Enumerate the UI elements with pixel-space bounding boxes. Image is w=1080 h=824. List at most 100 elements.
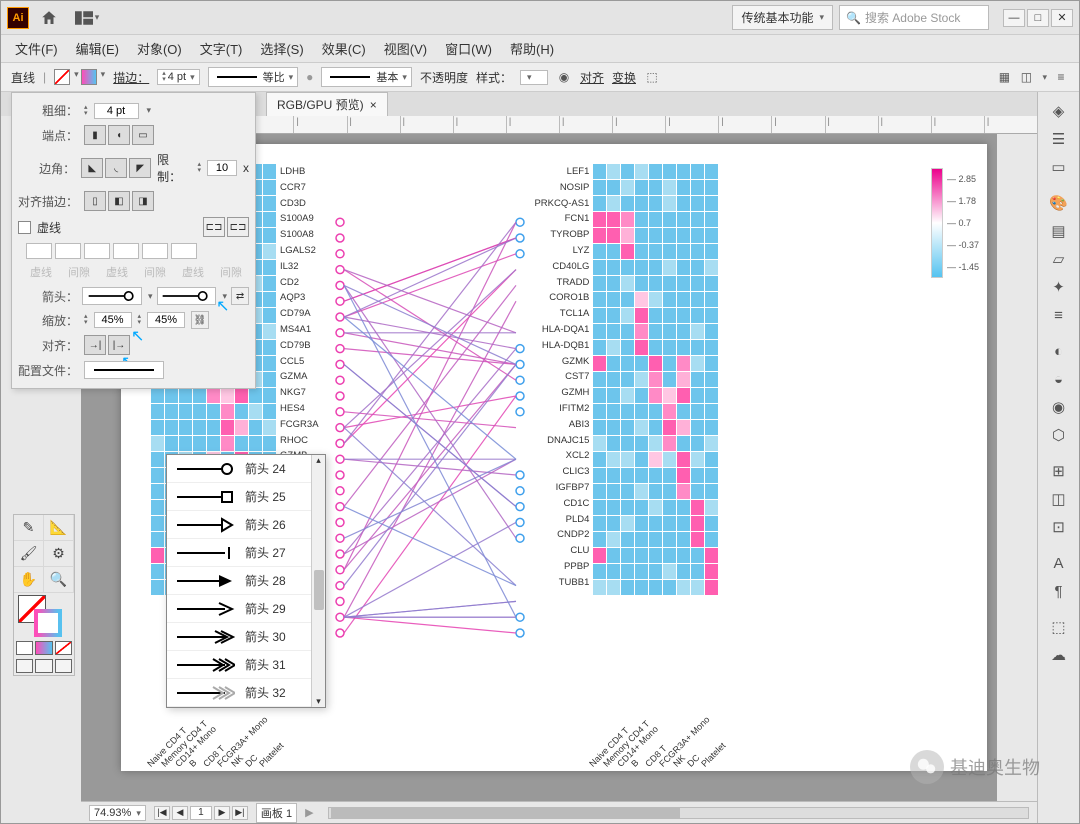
asset-export-icon[interactable]: ⬚ [1046, 614, 1072, 640]
nav-last[interactable]: ▶| [232, 806, 248, 820]
cap-butt[interactable]: ▮ [84, 125, 106, 145]
fill-swatch[interactable] [54, 69, 70, 85]
menu-item[interactable]: 文件(F) [15, 39, 58, 58]
arrowhead-option[interactable]: 箭头 28 [167, 567, 325, 595]
nav-page[interactable]: 1 [190, 806, 212, 820]
stock-search[interactable]: 🔍搜索 Adobe Stock [839, 5, 989, 30]
join-bevel[interactable]: ◤ [129, 158, 151, 178]
dash-preserve[interactable]: ⊏⊐ [203, 217, 225, 237]
menu-item[interactable]: 对象(O) [137, 39, 182, 58]
prefs-icon[interactable]: ≡ [1053, 69, 1069, 85]
align-panel-icon[interactable]: ⊞ [1046, 458, 1072, 484]
arrowhead-dropdown[interactable]: 箭头 24箭头 25箭头 26箭头 27箭头 28箭头 29箭头 30箭头 31… [166, 454, 326, 708]
color-icon[interactable]: 🎨 [1046, 190, 1072, 216]
align-label[interactable]: 对齐 [580, 69, 604, 86]
zoom-tool[interactable]: 🔍 [44, 567, 74, 593]
zoom-level[interactable]: 74.93% ▾ [89, 805, 146, 821]
grid-icon[interactable]: ▦ [996, 69, 1012, 85]
nav-prev[interactable]: ◀ [172, 806, 188, 820]
artboards-icon[interactable]: ▭ [1046, 154, 1072, 180]
mode-color[interactable] [16, 641, 33, 655]
scale-a[interactable] [94, 312, 132, 328]
join-round[interactable]: ◟ [105, 158, 127, 178]
brush-def[interactable]: 基本▾ [321, 67, 412, 87]
maximize-button[interactable]: □ [1027, 9, 1049, 27]
arrowhead-option[interactable]: 箭头 25 [167, 483, 325, 511]
arrowhead-option[interactable]: 箭头 32 [167, 679, 325, 707]
eyedropper-tool[interactable]: ✎ [14, 515, 44, 541]
miter-limit[interactable] [207, 160, 237, 176]
appearance-icon[interactable]: ◉ [1046, 394, 1072, 420]
menu-item[interactable]: 窗口(W) [445, 39, 492, 58]
cap-square[interactable]: ▭ [132, 125, 154, 145]
close-button[interactable]: ✕ [1051, 9, 1073, 27]
arrow-end-select[interactable]: ↖ [157, 287, 217, 305]
menu-item[interactable]: 效果(C) [322, 39, 366, 58]
blend-tool[interactable]: 🖌 [14, 541, 44, 567]
mode-none[interactable] [55, 641, 72, 655]
nav-next[interactable]: ▶ [214, 806, 230, 820]
minimize-button[interactable]: — [1003, 9, 1025, 27]
align-center[interactable]: ▯ [84, 191, 106, 211]
libraries-icon[interactable]: ☁ [1046, 642, 1072, 668]
profile-select[interactable] [84, 361, 164, 379]
stroke-icon[interactable]: ≡ [1046, 302, 1072, 328]
arrowhead-option[interactable]: 箭头 27 [167, 539, 325, 567]
brushes-icon[interactable]: ▱ [1046, 246, 1072, 272]
arrowhead-option[interactable]: 箭头 30 [167, 623, 325, 651]
gradient-icon[interactable]: ◐ [1046, 338, 1072, 364]
mode-gradient[interactable] [35, 641, 52, 655]
transparency-icon[interactable]: ◒ [1046, 366, 1072, 392]
draw-inside[interactable] [55, 659, 72, 673]
document-tab[interactable]: RGB/GPU 预览)× [266, 92, 388, 116]
measure-tool[interactable]: 📐 [44, 515, 74, 541]
menu-item[interactable]: 选择(S) [260, 39, 303, 58]
swap-arrows[interactable]: ⇄ [231, 287, 249, 305]
align-outside[interactable]: ◨ [132, 191, 154, 211]
perspective-icon[interactable]: ◫ [1018, 69, 1034, 85]
dash-align[interactable]: ⊏⊐ [227, 217, 249, 237]
menu-item[interactable]: 帮助(H) [510, 39, 554, 58]
arrowhead-option[interactable]: 箭头 31 [167, 651, 325, 679]
h-scrollbar[interactable] [328, 807, 1029, 819]
isolate-icon[interactable]: ⬚ [644, 69, 660, 85]
layers-icon[interactable]: ☰ [1046, 126, 1072, 152]
paragraph-icon[interactable]: ¶ [1046, 578, 1072, 604]
arrow-start-select[interactable] [82, 287, 142, 305]
menu-item[interactable]: 文字(T) [200, 39, 243, 58]
cap-round[interactable]: ◖ [108, 125, 130, 145]
link-scale[interactable]: ⛓ [191, 311, 209, 329]
menu-item[interactable]: 编辑(E) [76, 39, 119, 58]
scale-b[interactable] [147, 312, 185, 328]
arrowhead-option[interactable]: 箭头 24 [167, 455, 325, 483]
fill-stroke-indicator[interactable] [14, 593, 74, 639]
stroke-swatch[interactable] [81, 69, 97, 85]
symbols-icon[interactable]: ✦ [1046, 274, 1072, 300]
arrowhead-option[interactable]: 箭头 26 [167, 511, 325, 539]
weight-input[interactable] [94, 103, 139, 119]
draw-normal[interactable] [16, 659, 33, 673]
transform-panel-icon[interactable]: ⊡ [1046, 514, 1072, 540]
character-icon[interactable]: A [1046, 550, 1072, 576]
layout-switcher[interactable]: ▾ [73, 6, 101, 30]
menu-item[interactable]: 视图(V) [384, 39, 427, 58]
stroke-weight-input[interactable]: ▴▾4 pt ▾ [157, 69, 199, 85]
stroke-label[interactable]: 描边： [113, 69, 149, 86]
home-button[interactable] [37, 6, 61, 30]
properties-icon[interactable]: ◈ [1046, 98, 1072, 124]
recolor-icon[interactable]: ◉ [556, 69, 572, 85]
arrowhead-option[interactable]: 箭头 29 [167, 595, 325, 623]
join-miter[interactable]: ◣ [81, 158, 103, 178]
arrow-align-end[interactable]: |→ [108, 335, 130, 355]
graphic-styles-icon[interactable]: ⬡ [1046, 422, 1072, 448]
width-profile[interactable]: 等比▾ [208, 67, 299, 87]
symbol-tool[interactable]: ⚙ [44, 541, 74, 567]
align-inside[interactable]: ◧ [108, 191, 130, 211]
style-select[interactable]: ▾ [520, 70, 548, 85]
workspace-selector[interactable]: 传统基本功能▾ [732, 5, 833, 30]
swatches-icon[interactable]: ▤ [1046, 218, 1072, 244]
arrow-align-tip[interactable]: →| [84, 335, 106, 355]
tab-close[interactable]: × [370, 98, 377, 112]
draw-behind[interactable] [35, 659, 52, 673]
dash-checkbox[interactable] [18, 221, 31, 234]
